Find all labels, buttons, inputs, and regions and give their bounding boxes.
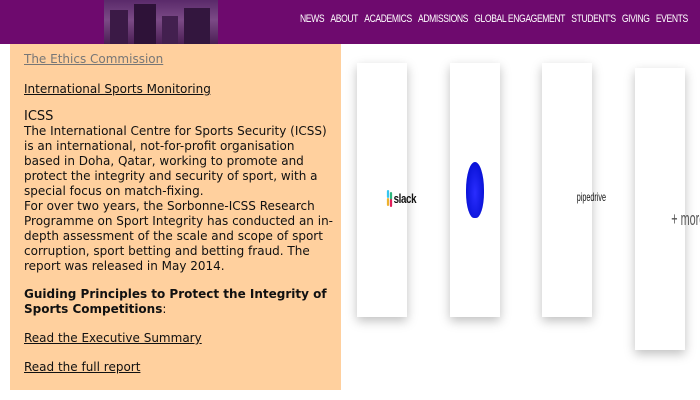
blue-drop-icon <box>466 162 484 218</box>
nav-news[interactable]: NEWS <box>300 13 325 25</box>
guiding-principles: Guiding Principles to Protect the Integr… <box>24 287 334 317</box>
top-navigation-bar: NEWS ABOUT ACADEMICS ADMISSIONS GLOBAL E… <box>0 0 700 44</box>
content-panel: The Ethics Commission International Spor… <box>10 44 341 390</box>
nav-academics[interactable]: ACADEMICS <box>364 13 412 25</box>
header-banner-image <box>104 0 218 44</box>
blue-logo-card[interactable] <box>450 63 500 317</box>
section-heading: ICSS <box>24 109 54 124</box>
slack-logo: slack <box>386 190 417 207</box>
full-report-link[interactable]: Read the full report <box>24 360 334 375</box>
pipedrive-logo: pipedrive <box>576 190 606 204</box>
executive-summary-link[interactable]: Read the Executive Summary <box>24 331 334 346</box>
nav-about[interactable]: ABOUT <box>330 13 358 25</box>
slack-card[interactable]: slack <box>357 63 417 317</box>
nav-events[interactable]: EVENTS <box>656 13 688 25</box>
guiding-principles-title: Guiding Principles to Protect the Integr… <box>24 287 327 316</box>
nav-students[interactable]: STUDENT'S <box>571 13 616 25</box>
nav-giving[interactable]: GIVING <box>622 13 650 25</box>
slack-icon <box>386 190 393 207</box>
slack-wordmark: slack <box>393 190 417 206</box>
nav-admissions[interactable]: ADMISSIONS <box>418 13 468 25</box>
icss-description: The International Centre for Sports Secu… <box>24 124 327 198</box>
more-label: + more <box>671 209 700 229</box>
main-nav: NEWS ABOUT ACADEMICS ADMISSIONS GLOBAL E… <box>300 13 688 25</box>
sports-monitoring-link[interactable]: International Sports Monitoring <box>24 82 334 97</box>
more-card[interactable]: + more <box>635 68 700 350</box>
pipedrive-card[interactable]: pipedrive <box>542 63 606 317</box>
nav-global-engagement[interactable]: GLOBAL ENGAGEMENT <box>474 13 565 25</box>
ethics-commission-link[interactable]: The Ethics Commission <box>24 52 334 67</box>
guiding-colon: : <box>162 302 167 316</box>
research-programme-text: For over two years, the Sorbonne-ICSS Re… <box>24 199 333 273</box>
